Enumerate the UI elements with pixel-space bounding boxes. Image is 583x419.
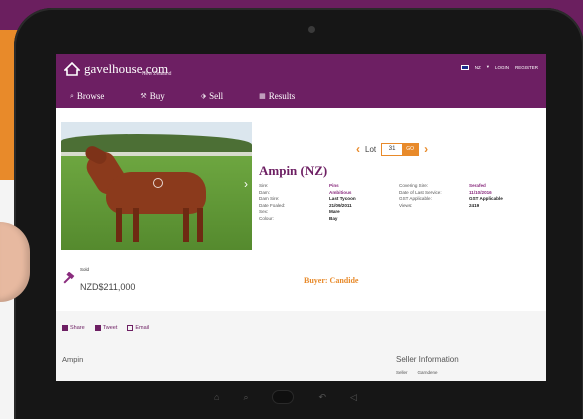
- nav-results[interactable]: ▦ Results: [259, 91, 295, 101]
- gavel-icon: ⚒: [140, 92, 147, 100]
- lot-input-group: 31 GO: [381, 142, 420, 156]
- sold-status: Sold: [80, 267, 90, 272]
- nav-buy[interactable]: ⚒ Buy: [140, 91, 164, 101]
- zoom-icon[interactable]: [153, 178, 163, 188]
- flag-icon: [460, 64, 469, 70]
- share-label: Share: [70, 325, 85, 331]
- main-nav: ⌕ Browse ⚒ Buy ⬗ Sell ▦ Results: [56, 84, 546, 108]
- register-link[interactable]: REGISTER: [515, 65, 538, 70]
- seller-label: Seller: [396, 370, 408, 375]
- detail-label: Colour:: [259, 215, 274, 221]
- horse-photo[interactable]: ›: [61, 122, 252, 250]
- house-logo-icon: [64, 62, 80, 76]
- header-utilities: NZ ▾ LOGIN REGISTER: [460, 64, 538, 70]
- region-selector[interactable]: NZ: [475, 65, 481, 70]
- email-label: Email: [135, 325, 150, 331]
- detail-value: 2419: [469, 202, 480, 208]
- nav-sell-label: Sell: [209, 91, 224, 101]
- share-tweet-button[interactable]: Tweet: [94, 325, 118, 331]
- next-photo-icon[interactable]: ›: [244, 177, 248, 191]
- horse-leg: [133, 208, 139, 242]
- search-icon[interactable]: ⌕: [243, 392, 248, 403]
- camera-icon: [308, 26, 315, 33]
- lot-navigator: ‹ Lot 31 GO ›: [356, 142, 428, 156]
- twitter-icon: [94, 325, 101, 331]
- tablet-bottom-bar: ⌂ ⌕ ↶ ◁: [214, 390, 357, 404]
- login-link[interactable]: LOGIN: [495, 65, 509, 70]
- share-email-button[interactable]: Email: [127, 325, 149, 331]
- email-icon: [127, 325, 134, 331]
- lot-label: Lot: [365, 144, 377, 154]
- nav-results-label: Results: [268, 91, 296, 101]
- chevron-right-icon[interactable]: ›: [424, 142, 428, 156]
- horse-details: Sire: Pins Covering Sire: Serafed Dam: A…: [259, 183, 529, 222]
- sold-price: NZD$211,000: [80, 282, 136, 292]
- tablet-screen: gavelhouse.com New Zealand NZ ▾ LOGIN RE…: [56, 54, 546, 381]
- tag-icon: ⬗: [200, 92, 207, 100]
- share-facebook-button[interactable]: Share: [62, 325, 85, 331]
- calendar-icon: ▦: [259, 92, 266, 100]
- share-section: Share Tweet Email Ampin Seller Informati…: [56, 311, 546, 381]
- nav-sell[interactable]: ⬗ Sell: [201, 91, 223, 101]
- back-icon[interactable]: ↶: [318, 392, 326, 403]
- logo-subtitle: New Zealand: [142, 71, 172, 77]
- detail-row: Colour: Bay: [259, 216, 529, 223]
- detail-value: Bay: [329, 215, 338, 221]
- horse-leg: [197, 208, 203, 242]
- nav-browse-label: Browse: [76, 91, 105, 101]
- magnifier-icon: ⌕: [70, 91, 74, 100]
- horse-leg: [116, 208, 122, 242]
- buyer-name: Buyer: Candide: [304, 276, 359, 285]
- seller-row: Seller Garndene: [396, 370, 438, 375]
- detail-label: Views:: [399, 202, 413, 208]
- horse-name: Ampin (NZ): [259, 163, 328, 178]
- lot-number-input[interactable]: 31: [382, 143, 403, 155]
- nav-buy-label: Buy: [149, 91, 165, 101]
- facebook-icon: [62, 325, 68, 331]
- home-button[interactable]: [272, 390, 295, 404]
- site-header: gavelhouse.com New Zealand NZ ▾ LOGIN RE…: [56, 54, 546, 108]
- chevron-down-icon: ▾: [486, 64, 489, 69]
- nav-browse[interactable]: ⌕ Browse: [70, 91, 104, 101]
- tweet-label: Tweet: [102, 325, 118, 331]
- share-links: Share Tweet Email: [62, 325, 149, 331]
- chevron-left-icon[interactable]: ‹: [356, 142, 360, 156]
- horse-leg: [183, 208, 189, 242]
- seller-value: Garndene: [417, 370, 438, 375]
- section-title-seller: Seller Information: [396, 355, 459, 364]
- section-title-horse: Ampin: [62, 355, 84, 364]
- volume-icon[interactable]: ◁: [350, 392, 357, 403]
- lot-go-button[interactable]: GO: [402, 143, 419, 155]
- home-screen-icon[interactable]: ⌂: [214, 392, 219, 402]
- gavel-sold-icon: [63, 272, 75, 284]
